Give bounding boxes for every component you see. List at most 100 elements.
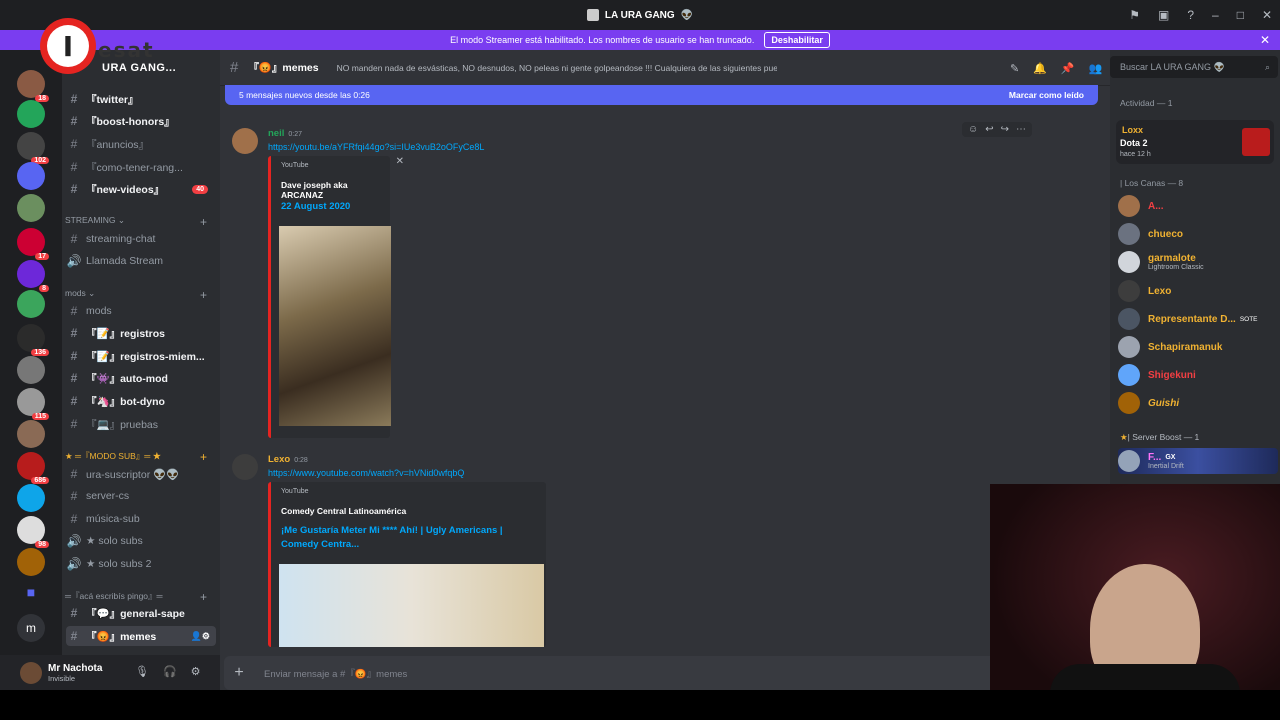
server-item[interactable] bbox=[17, 356, 45, 384]
channel-mods[interactable]: # mods bbox=[66, 301, 216, 321]
forward-icon[interactable]: ↪ bbox=[1001, 124, 1009, 135]
minimize-icon[interactable]: – bbox=[1212, 8, 1219, 22]
member-item[interactable]: Representante D... SOTE bbox=[1118, 306, 1278, 332]
server-item[interactable]: 17 bbox=[17, 228, 49, 260]
search-input[interactable]: Buscar LA URA GANG 👽 ⌕ bbox=[1110, 56, 1278, 78]
channel-auto-mod[interactable]: # 『👾』auto-mod bbox=[66, 368, 216, 388]
folder-icon[interactable]: ■ bbox=[17, 584, 45, 612]
microphone-icon[interactable]: 🎙 bbox=[135, 665, 149, 678]
headphones-icon[interactable]: 🎧 bbox=[163, 665, 177, 678]
channel-memes[interactable]: # 『😡』memes 👤⚙ bbox=[66, 626, 216, 646]
avatar bbox=[1118, 364, 1140, 386]
server-item[interactable]: 18 bbox=[17, 70, 49, 102]
disable-button[interactable]: Deshabilitar bbox=[764, 32, 830, 48]
channel-general-sape[interactable]: # 『💬』general-sape bbox=[66, 603, 216, 623]
add-channel-icon[interactable]: + bbox=[200, 288, 207, 302]
server-item[interactable]: 102 bbox=[17, 132, 49, 164]
embed-author[interactable]: Comedy Central Latinoamérica bbox=[281, 506, 406, 516]
member-item[interactable]: Lexo bbox=[1118, 278, 1278, 304]
channel-anuncios[interactable]: # 『anuncios』 bbox=[66, 134, 216, 154]
server-item[interactable]: 98 bbox=[17, 516, 49, 548]
bell-icon[interactable]: 🔔 bbox=[1033, 62, 1047, 75]
close-embed-icon[interactable]: ✕ bbox=[396, 156, 404, 167]
server-item[interactable]: 8 bbox=[17, 260, 49, 292]
add-attachment-icon[interactable]: + bbox=[224, 664, 254, 682]
avatar[interactable] bbox=[232, 454, 258, 480]
members-icon[interactable]: 👥 bbox=[1089, 62, 1103, 75]
channel-solo-subs-2[interactable]: 🔊 ★ solo subs 2 bbox=[66, 554, 216, 574]
video-thumbnail[interactable] bbox=[279, 564, 544, 647]
channel-musica-sub[interactable]: # música-sub bbox=[66, 509, 216, 529]
avatar[interactable] bbox=[232, 128, 258, 154]
channel-twitter[interactable]: # 『twitter』 bbox=[66, 89, 216, 109]
channel-registros-miembros[interactable]: # 『📝』registros-miem... bbox=[66, 346, 216, 366]
channel-server-cs[interactable]: # server-cs bbox=[66, 486, 216, 506]
member-item[interactable]: Guishi bbox=[1118, 390, 1278, 416]
more-icon[interactable]: ⋯ bbox=[1016, 124, 1026, 135]
category-mods[interactable]: mods ⌄ + bbox=[65, 288, 207, 302]
avatar[interactable] bbox=[20, 661, 42, 684]
embed-title[interactable]: 22 August 2020 bbox=[281, 200, 350, 214]
member-item[interactable]: chueco bbox=[1118, 221, 1278, 247]
add-channel-icon[interactable]: + bbox=[200, 590, 207, 604]
message-link[interactable]: https://youtu.be/aYFRfqi44go?si=IUe3vuB2… bbox=[268, 142, 484, 152]
server-item[interactable]: m bbox=[17, 614, 45, 642]
member-item[interactable]: A... bbox=[1118, 193, 1278, 219]
flag-icon[interactable]: ⚑ bbox=[1129, 8, 1140, 22]
message-link[interactable]: https://www.youtube.com/watch?v=hVNid0wf… bbox=[268, 468, 464, 478]
channel-llamada-stream[interactable]: 🔊 Llamada Stream bbox=[66, 251, 216, 271]
message-input[interactable]: Enviar mensaje a #『😡』memes bbox=[264, 666, 407, 680]
pin-icon[interactable]: 📌 bbox=[1061, 62, 1075, 75]
message-author[interactable]: Lexo 0:28 bbox=[268, 454, 308, 465]
channel-boost-honors[interactable]: # 『boost-honors』 bbox=[66, 111, 216, 131]
server-item[interactable] bbox=[17, 100, 45, 128]
server-item[interactable] bbox=[17, 484, 45, 512]
reaction-icon[interactable]: ☺ bbox=[968, 124, 978, 135]
server-item[interactable]: 115 bbox=[17, 388, 49, 420]
server-name[interactable]: URA GANG... bbox=[102, 62, 176, 74]
channel-streaming-chat[interactable]: # streaming-chat bbox=[66, 229, 216, 249]
monitor-icon[interactable]: ▣ bbox=[1158, 8, 1169, 22]
add-channel-icon[interactable]: + bbox=[200, 450, 207, 464]
server-item[interactable] bbox=[17, 194, 45, 222]
avatar bbox=[1118, 251, 1140, 273]
server-item[interactable] bbox=[17, 162, 45, 190]
category-modo-sub[interactable]: ★ ═『MODO SUB』═ ★ + bbox=[65, 450, 207, 464]
username: Mr Nachota bbox=[48, 662, 103, 674]
category-streaming[interactable]: STREAMING ⌄ + bbox=[65, 215, 207, 229]
member-item[interactable]: garmalote Lightroom Classic bbox=[1118, 249, 1278, 275]
channel-como-tener-rango[interactable]: # 『como-tener-rang... bbox=[66, 157, 216, 177]
threads-icon[interactable]: ✎ bbox=[1010, 62, 1019, 75]
server-item[interactable] bbox=[17, 548, 45, 576]
close-banner-icon[interactable]: ✕ bbox=[1260, 33, 1270, 47]
add-channel-icon[interactable]: + bbox=[200, 215, 207, 229]
channel-topic[interactable]: NO manden nada de esvásticas, NO desnudo… bbox=[337, 63, 777, 73]
channel-ura-suscriptor[interactable]: # ura-suscriptor 👽👽 bbox=[66, 464, 216, 484]
gear-icon[interactable]: ⚙ bbox=[191, 665, 201, 678]
member-item[interactable]: F... GX Inertial Drift bbox=[1118, 448, 1278, 474]
member-item[interactable]: Shigekuni bbox=[1118, 362, 1278, 388]
server-item[interactable] bbox=[17, 290, 45, 318]
activity-card[interactable]: Loxx Dota 2 hace 12 h bbox=[1116, 120, 1274, 164]
channel-new-videos[interactable]: # 『new-videos』 40 bbox=[66, 179, 216, 199]
embed-author[interactable]: Dave joseph aka ARCANAZ bbox=[281, 180, 390, 200]
maximize-icon[interactable]: □ bbox=[1237, 8, 1244, 22]
channel-registros[interactable]: # 『📝』registros bbox=[66, 323, 216, 343]
server-item[interactable]: 686 bbox=[17, 452, 49, 484]
mark-as-read-button[interactable]: Marcar como leído bbox=[1009, 90, 1084, 100]
reply-icon[interactable]: ↩ bbox=[985, 124, 993, 135]
embed-title[interactable]: ¡Me Gustaría Meter Mi **** Ahí! | Ugly A… bbox=[281, 524, 531, 552]
server-item[interactable] bbox=[17, 420, 45, 448]
category-aca[interactable]: ═『acá escribís pingo』═ + bbox=[65, 590, 207, 604]
new-messages-bar[interactable]: 5 mensajes nuevos desde las 0:26 Marcar … bbox=[225, 85, 1098, 105]
close-window-icon[interactable]: ✕ bbox=[1262, 8, 1272, 22]
channel-solo-subs[interactable]: 🔊 ★ solo subs bbox=[66, 531, 216, 551]
member-item[interactable]: Schapiramanuk bbox=[1118, 334, 1278, 360]
server-item[interactable]: 136 bbox=[17, 324, 49, 356]
help-icon[interactable]: ? bbox=[1187, 8, 1194, 22]
message-author[interactable]: neil 0:27 bbox=[268, 128, 302, 139]
channel-bot-dyno[interactable]: # 『🦄』bot-dyno bbox=[66, 391, 216, 411]
channel-pruebas[interactable]: # 『💻』pruebas bbox=[66, 414, 216, 434]
invite-settings-icon[interactable]: 👤⚙ bbox=[191, 631, 210, 642]
video-thumbnail[interactable] bbox=[279, 226, 391, 426]
